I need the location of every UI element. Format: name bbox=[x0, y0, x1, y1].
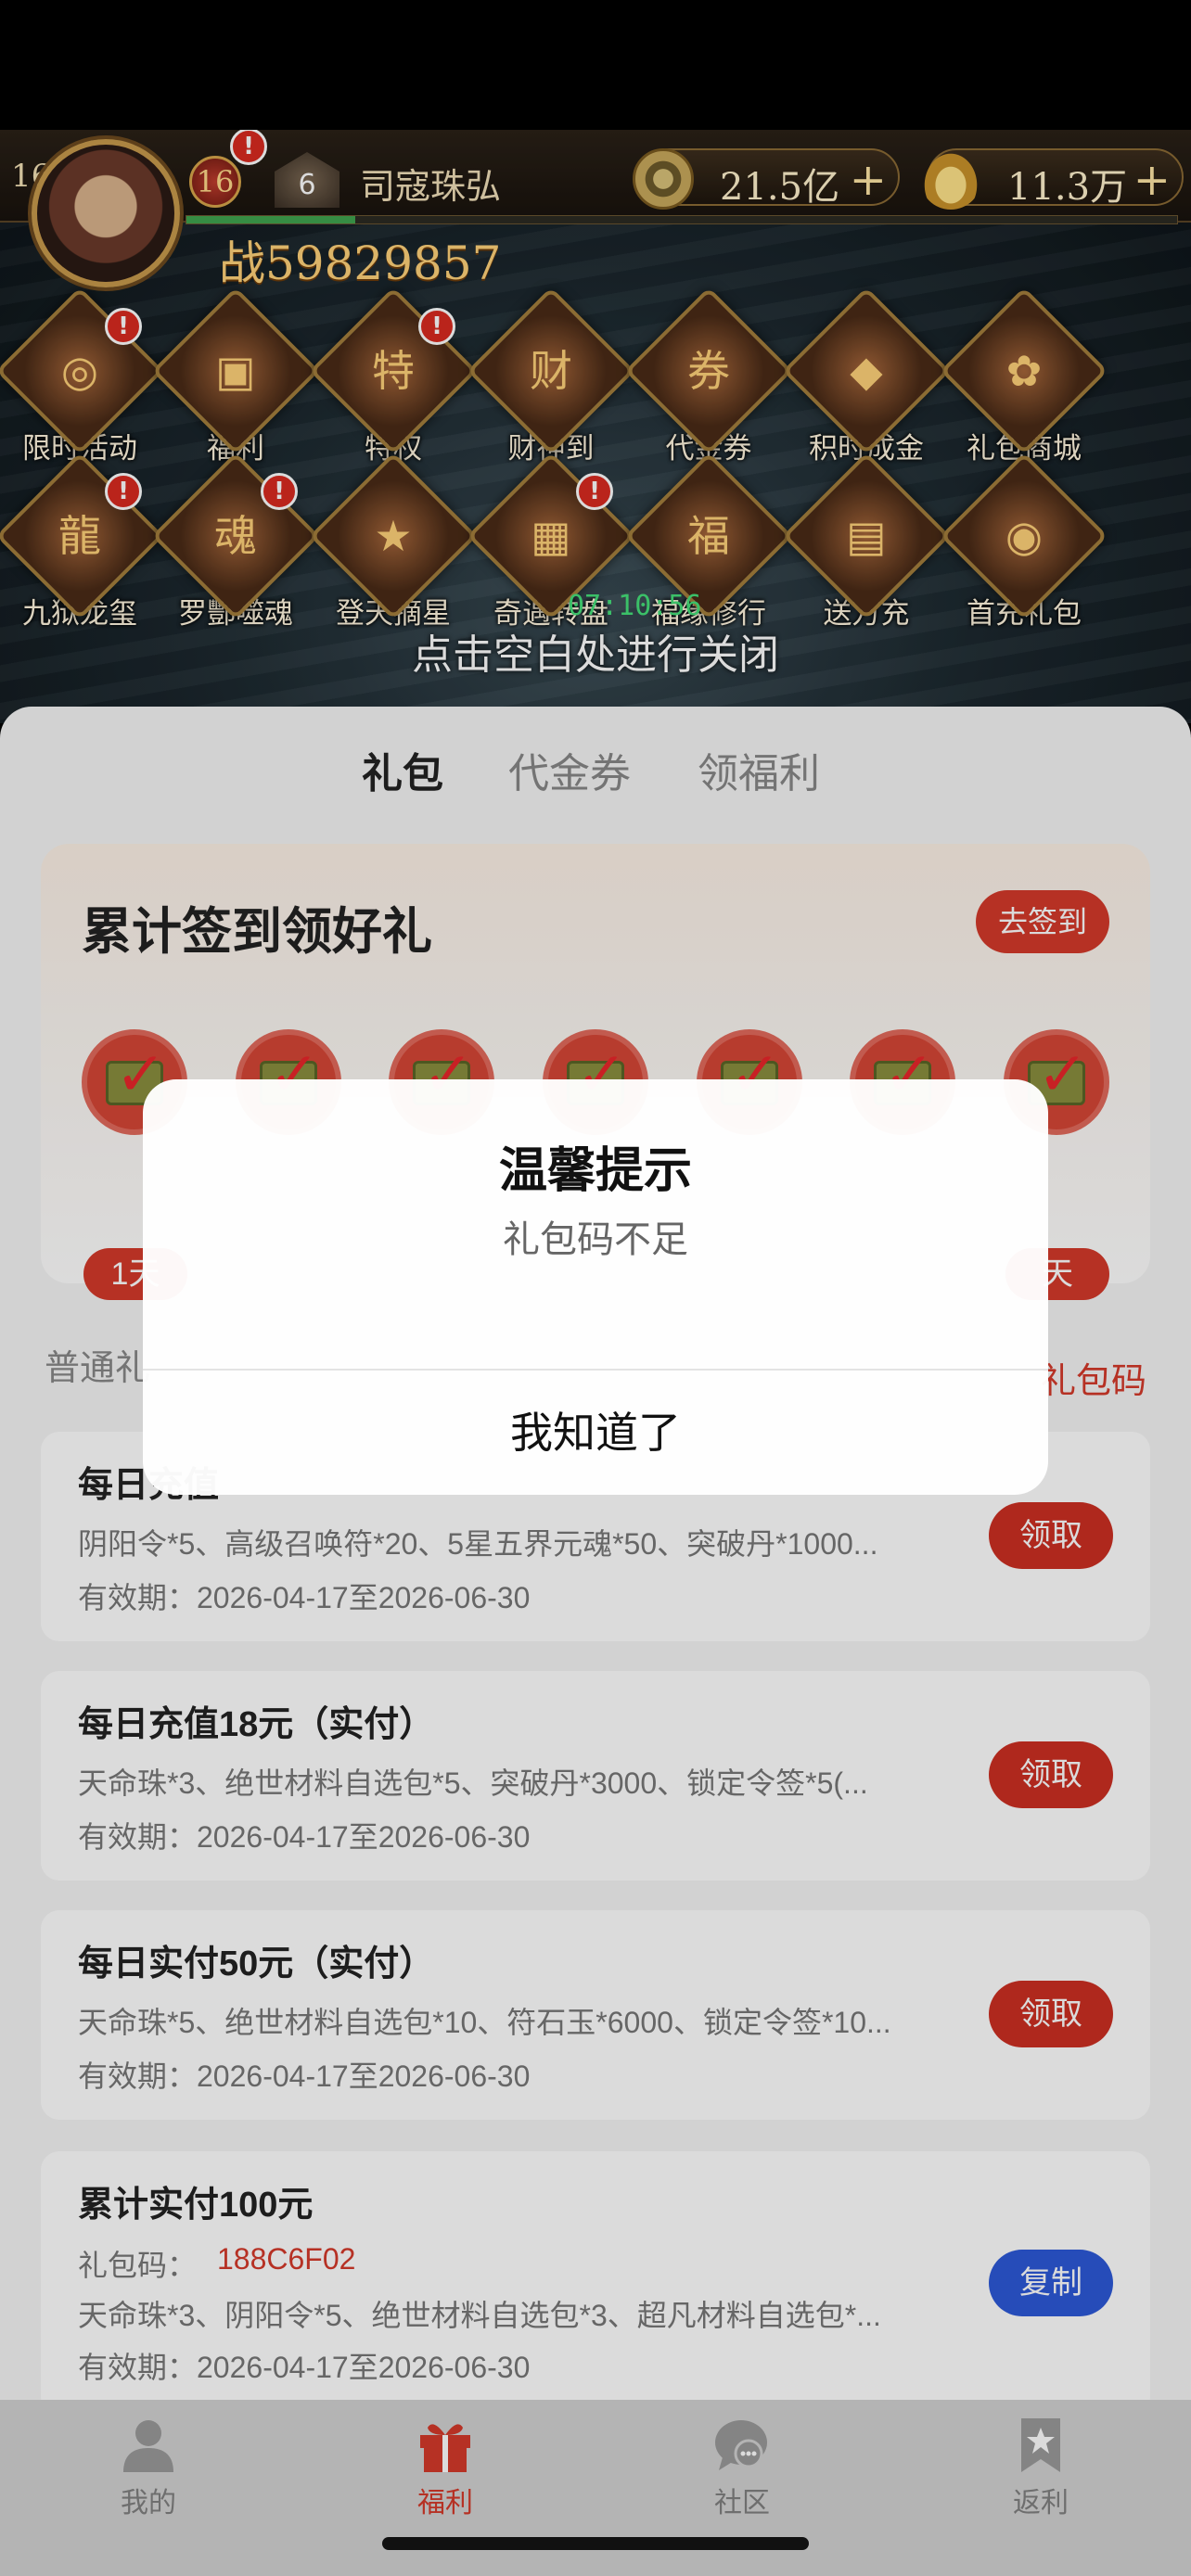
dialog-confirm-button[interactable]: 我知道了 bbox=[143, 1371, 1048, 1495]
alert-dialog: 温馨提示 礼包码不足 我知道了 bbox=[143, 1079, 1048, 1495]
dialog-title: 温馨提示 bbox=[498, 1144, 692, 1198]
home-indicator bbox=[382, 2537, 809, 2550]
dialog-message: 礼包码不足 bbox=[503, 1219, 688, 1260]
